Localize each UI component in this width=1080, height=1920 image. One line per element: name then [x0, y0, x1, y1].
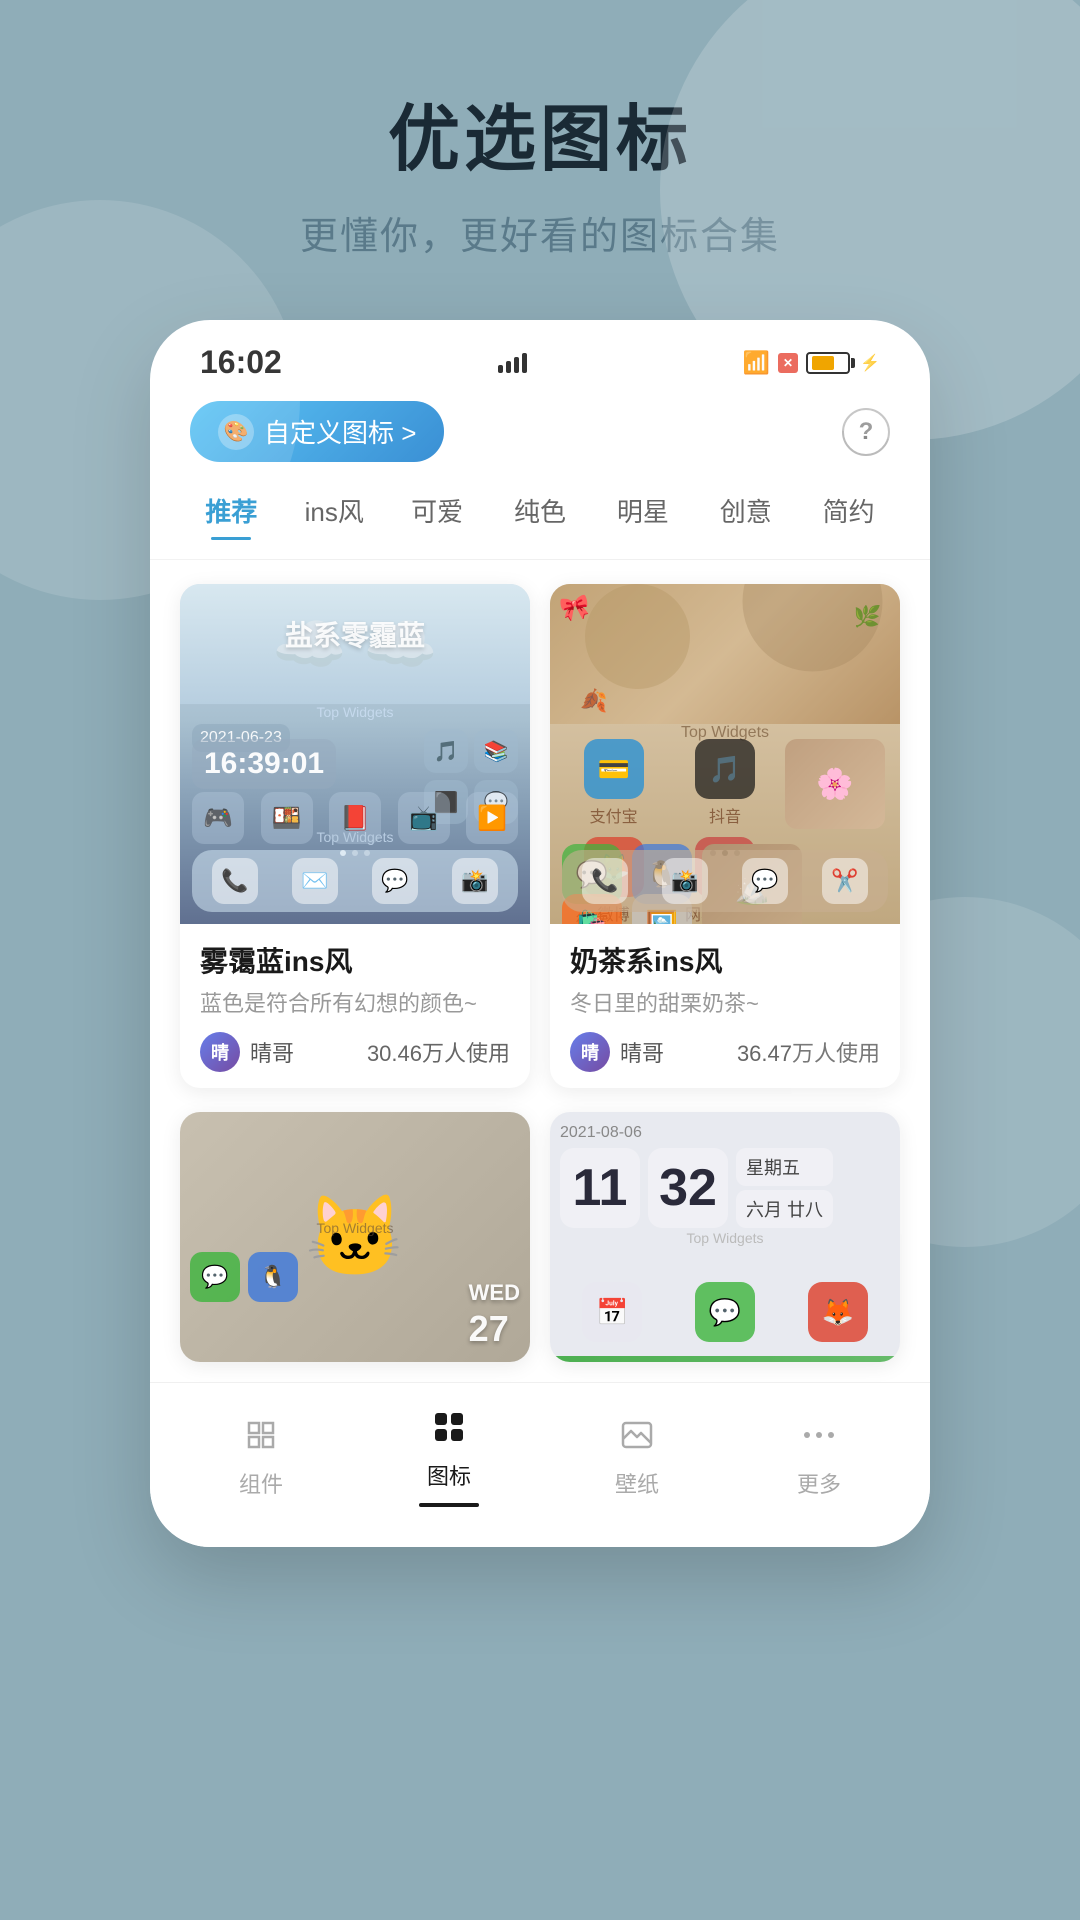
date-app-wechat: 💬 [695, 1282, 755, 1342]
dock-chat: 💬 [372, 858, 418, 904]
wed-date: WED 27 [469, 1280, 520, 1350]
author-name-1: 晴哥 [250, 1036, 294, 1068]
lunar-block: 六月 廿八 [736, 1190, 833, 1228]
author-avatar-1: 晴 [200, 1032, 240, 1072]
tab-solid[interactable]: 纯色 [489, 482, 592, 539]
app-player: ▶️ [466, 792, 518, 844]
green-bar [550, 1356, 900, 1362]
dock-mail: ✉️ [292, 858, 338, 904]
cat-preview: 🐱 💬 🐧 WED 27 Top Widgets [180, 1112, 530, 1362]
mt-dock-cut: ✂️ [822, 858, 868, 904]
nav-more-label: 更多 [797, 1467, 841, 1499]
mt-photo-collage: 🌸 [785, 739, 885, 829]
signal-icon [498, 353, 527, 373]
app-bilibili: 📺 [398, 792, 450, 844]
min-block: 32 [648, 1148, 728, 1228]
nav-wallpaper-label: 壁纸 [615, 1467, 659, 1499]
nav-icons-icon [425, 1403, 473, 1451]
tab-simple[interactable]: 简约 [797, 482, 900, 539]
battery-icon [806, 352, 850, 374]
author-name-2: 晴哥 [620, 1036, 664, 1068]
date-app-weibo: 🦊 [808, 1282, 868, 1342]
partial-cards: 🐱 💬 🐧 WED 27 Top Widgets [150, 1112, 930, 1382]
blue-mist-meta: 晴 晴哥 30.46万人使用 [200, 1032, 510, 1072]
nav-active-indicator [419, 1503, 479, 1507]
blue-mist-card[interactable]: 👑 ☁️ ☁️ 盐系零霾蓝 Top Widgets 2021-06-23 16:… [180, 584, 530, 1088]
tab-recommended[interactable]: 推荐 [180, 482, 283, 539]
blue-mist-card-desc: 蓝色是符合所有幻想的颜色~ [200, 986, 510, 1018]
tab-cute[interactable]: 可爱 [386, 482, 489, 539]
weekday-block: 星期五 [736, 1148, 833, 1186]
nav-widgets[interactable]: 组件 [237, 1411, 285, 1499]
nav-more[interactable]: 更多 [795, 1411, 843, 1499]
tab-star[interactable]: 明星 [591, 482, 694, 539]
author-info-2: 晴 晴哥 [570, 1032, 664, 1072]
blue-mist-preview: 👑 ☁️ ☁️ 盐系零霾蓝 Top Widgets 2021-06-23 16:… [180, 584, 530, 924]
nav-widgets-icon [237, 1411, 285, 1459]
mt-dock-msg: 💬 [742, 858, 788, 904]
top-widgets-label1: Top Widgets [316, 704, 393, 720]
date-app-1: 📅 [582, 1282, 642, 1342]
blue-mist-info: 雾霭蓝ins风 蓝色是符合所有幻想的颜色~ 晴 晴哥 30.46万人使用 [180, 924, 530, 1088]
sticker3: 🍂 [580, 688, 607, 714]
clock-widget: 16:39:01 [192, 739, 336, 789]
small-app-icons: 🎵 📚 [424, 729, 518, 773]
cat-card[interactable]: 🐱 💬 🐧 WED 27 Top Widgets [180, 1112, 530, 1362]
sticker1: 🎀 [558, 592, 592, 626]
mt-dock-insta: 📸 [662, 858, 708, 904]
tab-creative[interactable]: 创意 [694, 482, 797, 539]
milk-tea-preview: 🎀 🌿 🍂 Top Widgets 💳 支付宝 🎵 抖音 [550, 584, 900, 924]
page-title: 优选图标 [388, 80, 692, 185]
blue-mist-title: 盐系零霾蓝 [285, 614, 425, 654]
nav-more-icon [795, 1411, 843, 1459]
usage-count-1: 30.46万人使用 [367, 1036, 510, 1068]
app-tencent: 🎮 [192, 792, 244, 844]
app-xiaohongshu: 📕 [329, 792, 381, 844]
blue-mist-card-title: 雾霭蓝ins风 [200, 940, 510, 980]
cat-top-widgets: Top Widgets [316, 1220, 393, 1236]
category-tabs: 推荐 ins风 可爱 纯色 明星 创意 简约 [150, 482, 930, 560]
mt-app-alipay: 💳 [584, 739, 644, 799]
wed-preview: 2021-08-06 11 32 星期五 六月 廿八 Top Widgets [550, 1112, 900, 1362]
date-top-widgets: Top Widgets [686, 1230, 763, 1246]
author-info-1: 晴 晴哥 [200, 1032, 294, 1072]
hour-block: 11 [560, 1148, 640, 1228]
milk-tea-photo: 🎀 🌿 🍂 [550, 584, 900, 724]
mt-app-tiktok: 🎵 [695, 739, 755, 799]
app-meituan: 🍱 [261, 792, 313, 844]
dock-camera: 📸 [452, 858, 498, 904]
dock-phone: 📞 [212, 858, 258, 904]
author-avatar-2: 晴 [570, 1032, 610, 1072]
date-display-area: 2021-08-06 11 32 星期五 六月 廿八 [560, 1124, 890, 1228]
bottom-nav: 组件 图标 [150, 1382, 930, 1547]
tab-ins[interactable]: ins风 [283, 482, 386, 539]
app-icon-book: 📚 [474, 729, 518, 773]
nav-wallpaper[interactable]: 壁纸 [613, 1411, 661, 1499]
milk-tea-dock: 📞 📸 💬 ✂️ [562, 850, 888, 912]
nav-icons-label: 图标 [427, 1459, 471, 1491]
mini-app-row: 📅 💬 🦊 [560, 1282, 890, 1342]
nav-icons[interactable]: 图标 [419, 1403, 479, 1507]
dock-row: 📞 ✉️ 💬 📸 [192, 850, 518, 912]
sticker2: 🌿 [852, 603, 882, 631]
date-card[interactable]: 2021-08-06 11 32 星期五 六月 廿八 Top Widgets [550, 1112, 900, 1362]
app-icon-music: 🎵 [424, 729, 468, 773]
nav-wallpaper-icon [613, 1411, 661, 1459]
nav-widgets-label: 组件 [239, 1467, 283, 1499]
bottom-app-row: 🎮 🍱 📕 📺 ▶️ [192, 792, 518, 844]
mt-dock-phone: 📞 [582, 858, 628, 904]
cat-wechat: 💬 [190, 1252, 240, 1302]
phone-frame: 16:02 📶 ✕ ⚡ 🎨 自定义图标 > [150, 320, 930, 1547]
cat-app-icons: 💬 🐧 [190, 1252, 298, 1302]
cat-qq: 🐧 [248, 1252, 298, 1302]
